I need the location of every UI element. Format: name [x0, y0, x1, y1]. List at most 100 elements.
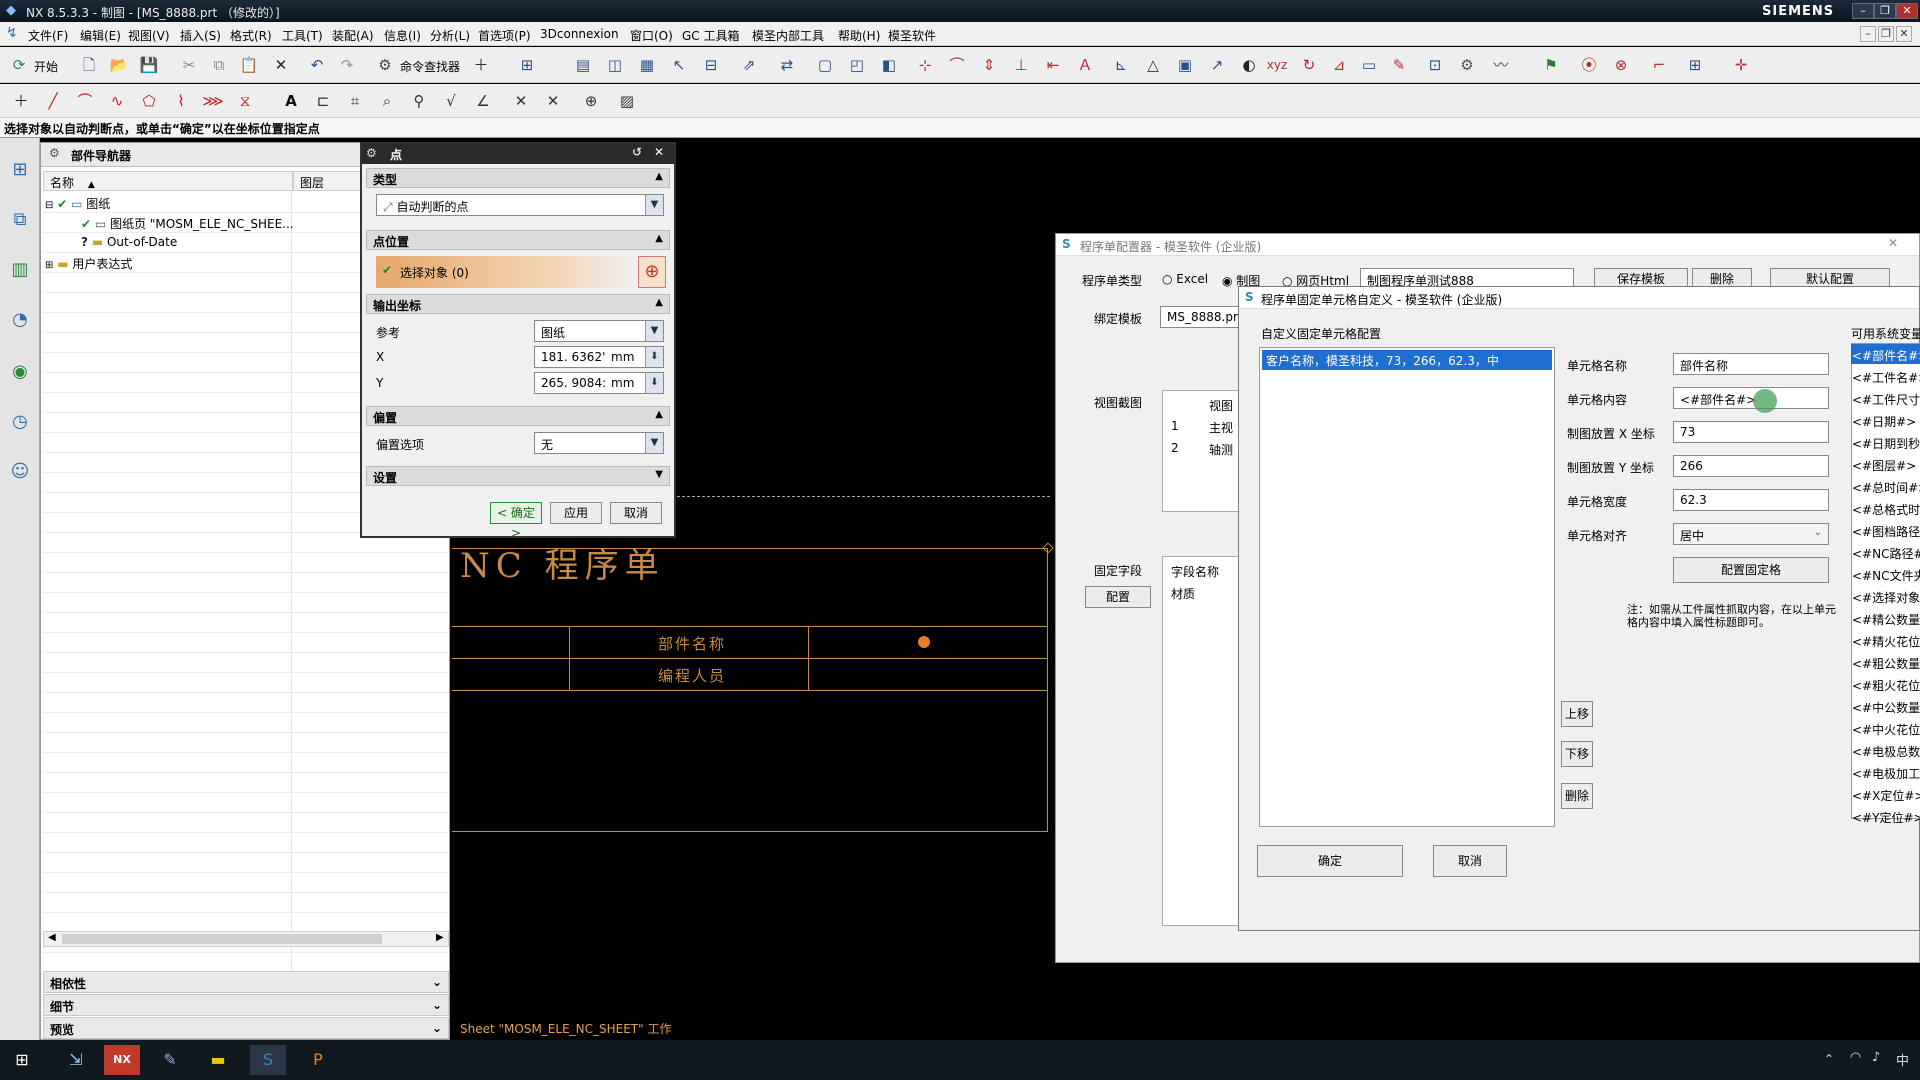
list-item-selected[interactable]: 客户名称，模圣科技，73，266，62.3，中	[1262, 350, 1552, 370]
collapse-icon[interactable]: ⊟	[45, 200, 53, 211]
section-output-coordinates[interactable]: 输出坐标 ▲	[366, 294, 670, 314]
cancel-button[interactable]: 取消	[610, 502, 662, 524]
trim-icon[interactable]: ⌇	[170, 90, 192, 112]
undo-icon[interactable]: ↶	[306, 54, 328, 76]
pin-icon[interactable]: ⚑	[1540, 54, 1562, 76]
doc-minimize-button[interactable]: –	[1860, 26, 1876, 42]
layer-icon[interactable]: ◫	[604, 54, 626, 76]
radio-excel[interactable]: ○ Excel	[1162, 272, 1208, 286]
apply-button[interactable]: 应用	[550, 502, 602, 524]
menu-gc-toolbox[interactable]: GC 工具箱	[682, 27, 740, 44]
powerpoint-icon[interactable]: P	[300, 1045, 336, 1075]
ordinate-icon[interactable]: ⊥	[1010, 54, 1032, 76]
var-item[interactable]: <#日期到秒#>	[1852, 435, 1920, 452]
var-item[interactable]: <#电极加工#>	[1852, 765, 1920, 782]
menu-internal-tools[interactable]: 模圣内部工具	[752, 27, 824, 44]
wave-icon[interactable]: 〰	[1490, 54, 1512, 76]
var-item[interactable]: <#粗公数量#>	[1852, 655, 1920, 672]
line-icon[interactable]: ╱	[42, 90, 64, 112]
var-item[interactable]: <#日期#>	[1852, 413, 1916, 430]
cell-content-input[interactable]: <#部件名#>	[1673, 387, 1829, 409]
menu-file[interactable]: 文件(F)	[28, 27, 68, 44]
fit-icon[interactable]: ⊞	[516, 54, 538, 76]
reset-icon[interactable]: ↺	[632, 145, 642, 159]
input-method-indicator[interactable]: 中	[1896, 1050, 1909, 1069]
dimension-icon[interactable]: ⊹	[914, 54, 936, 76]
menu-edit[interactable]: 编辑(E)	[80, 27, 121, 44]
horizontal-scrollbar[interactable]: ◀ ▶	[43, 931, 449, 947]
paste-icon[interactable]: 📋	[238, 54, 260, 76]
var-item[interactable]: <#NC路径#>	[1852, 545, 1920, 562]
snap-point-icon[interactable]: ＋	[470, 54, 492, 76]
var-item[interactable]: <#工件名#>	[1852, 369, 1920, 386]
menu-view[interactable]: 视图(V)	[128, 27, 170, 44]
menu-analysis[interactable]: 分析(L)	[430, 27, 470, 44]
close-button[interactable]: ✕	[1896, 3, 1918, 19]
menu-tools[interactable]: 工具(T)	[282, 27, 323, 44]
select-object-row[interactable]: ✔ 选择对象 (0)	[376, 256, 634, 288]
label-icon[interactable]: ↗	[1206, 54, 1228, 76]
file-explorer-icon[interactable]: ▬	[200, 1045, 236, 1075]
close-icon[interactable]: ✕	[654, 145, 664, 159]
triangle-icon[interactable]: △	[1142, 54, 1164, 76]
program-window-close-icon[interactable]: ✕	[1888, 236, 1898, 250]
mirror-icon[interactable]: ⧖	[234, 90, 256, 112]
start-label[interactable]: 开始	[34, 58, 58, 75]
var-item[interactable]: <#选择对象#>	[1852, 589, 1920, 606]
command-finder-label[interactable]: 命令查找器	[400, 58, 460, 75]
hd3d-tab-icon[interactable]: ◉	[8, 360, 32, 384]
delete-icon[interactable]: ✕	[270, 54, 292, 76]
view-icon[interactable]: ◰	[846, 54, 868, 76]
volume-icon[interactable]: ♪	[1872, 1050, 1880, 1065]
center-mark-icon[interactable]: ◐	[1238, 54, 1260, 76]
tray-chevron-up-icon[interactable]: ⌃	[1824, 1052, 1834, 1066]
var-item[interactable]: <#精公数量#>	[1852, 611, 1920, 628]
cell-align-dropdown[interactable]: 居中 ⌄	[1673, 523, 1829, 545]
picture-icon[interactable]: ▨	[616, 90, 638, 112]
var-item[interactable]: <#总时间#>	[1852, 479, 1920, 496]
history-tab-icon[interactable]: ◷	[8, 410, 32, 434]
section-type[interactable]: 类型 ▲	[366, 168, 670, 188]
fixed-cell-list[interactable]: 客户名称，模圣科技，73，266，62.3，中	[1259, 347, 1555, 827]
var-item[interactable]: <#NC文件夹#>	[1852, 567, 1920, 584]
y-coordinate-input[interactable]: 265. 9084: mm ⬇	[534, 372, 664, 394]
zoom-target-icon[interactable]: ⊗	[1610, 54, 1632, 76]
radius-icon[interactable]: ⌒	[946, 54, 968, 76]
menu-mosheng-software[interactable]: 模圣软件	[888, 27, 936, 44]
menu-window[interactable]: 窗口(O)	[630, 27, 673, 44]
spin-down-icon[interactable]: ⬇	[645, 373, 663, 393]
spline-icon[interactable]: ∿	[106, 90, 128, 112]
settings-gear-icon[interactable]: ⚙	[1456, 54, 1478, 76]
section-offset[interactable]: 偏置 ▲	[366, 406, 670, 426]
doc-restore-button[interactable]: ❐	[1878, 26, 1894, 42]
part-navigator-tab-icon[interactable]: ⊞	[8, 158, 32, 182]
arc-icon[interactable]: ⌒	[74, 90, 96, 112]
cursor-icon[interactable]: ↖	[668, 54, 690, 76]
position-fixed-cell-button[interactable]: 配置固定格	[1673, 557, 1829, 583]
start-icon[interactable]: ⟳	[8, 54, 30, 76]
new-file-icon[interactable]: 🗋	[78, 54, 100, 76]
section-details[interactable]: 细节 ⌄	[43, 994, 449, 1016]
var-item[interactable]: <#部件名#>	[1852, 347, 1920, 364]
frame-icon[interactable]: ▭	[1358, 54, 1380, 76]
minimize-button[interactable]: –	[1852, 3, 1874, 19]
move-down-button[interactable]: 下移	[1561, 741, 1593, 767]
zoom-icon[interactable]: ⌕	[376, 90, 398, 112]
save-icon[interactable]: 💾	[138, 54, 160, 76]
tree-node-out-of-date[interactable]: ? ▬ Out-of-Date	[81, 235, 177, 255]
var-item[interactable]: <#Y定位#>	[1852, 809, 1920, 826]
cross-icon[interactable]: ✕	[510, 90, 532, 112]
scroll-thumb[interactable]	[62, 934, 382, 944]
xyz-icon[interactable]: xyz	[1266, 54, 1288, 76]
cut-icon[interactable]: ✂	[178, 54, 200, 76]
target-icon[interactable]: ⊕	[580, 90, 602, 112]
underline-icon[interactable]: ⊏	[312, 90, 334, 112]
polygon-icon[interactable]: ⬠	[138, 90, 160, 112]
var-item[interactable]: <#总格式时间#>	[1852, 501, 1920, 518]
table-grid-icon[interactable]: ⊞	[1684, 54, 1706, 76]
image-icon[interactable]: ⊡	[1424, 54, 1446, 76]
move-up-button[interactable]: 上移	[1561, 701, 1593, 727]
y-coord-input[interactable]: 266	[1673, 455, 1829, 477]
paint-icon[interactable]: ✎	[152, 1045, 188, 1075]
navigator-gear-icon[interactable]: ⚙	[49, 146, 60, 160]
